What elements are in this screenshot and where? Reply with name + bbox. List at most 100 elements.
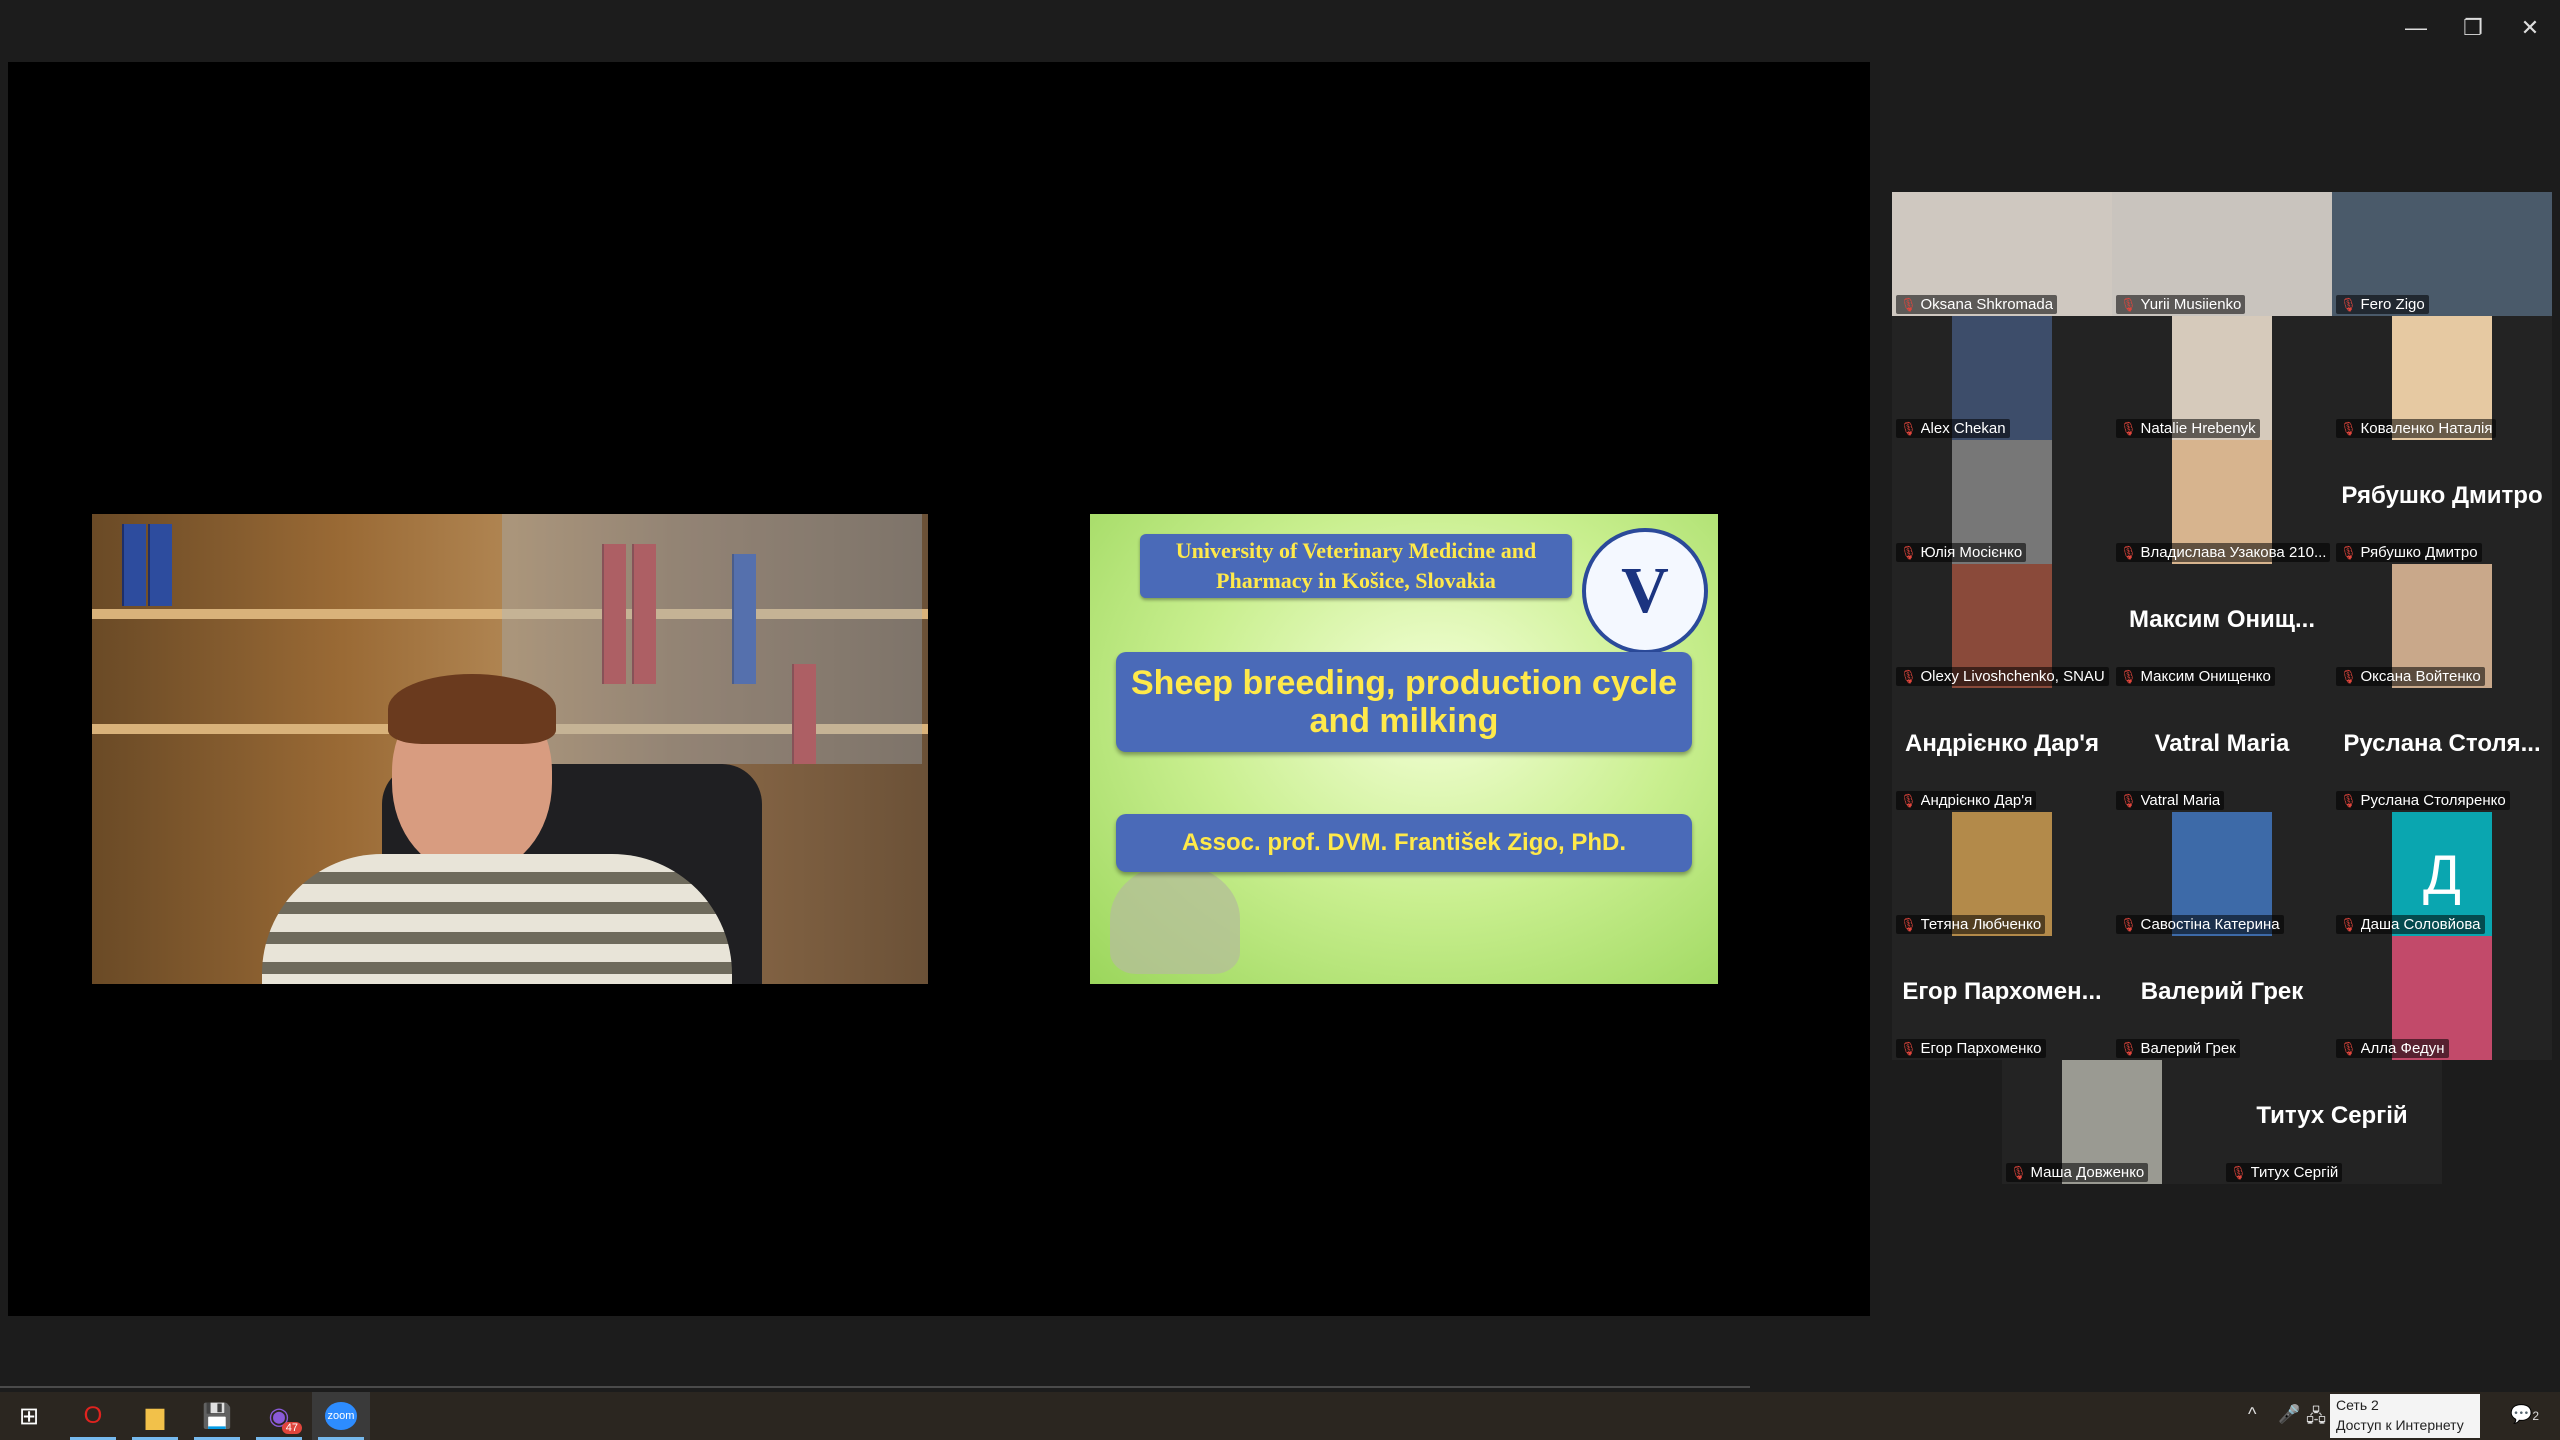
taskbar-app-file-explorer-icon[interactable]: ▆ bbox=[126, 1392, 184, 1440]
participant-tile[interactable]: 🎙︎ Савостіна Катерина bbox=[2112, 812, 2332, 936]
participant-tile[interactable]: Андрієнко Дар'я 🎙︎ Андрієнко Дар'я bbox=[1892, 688, 2112, 812]
participant-tile[interactable]: 🎙︎ Oksana Shkromada bbox=[1892, 192, 2112, 316]
participant-tile[interactable]: Д 🎙︎ Даша Соловйова bbox=[2332, 812, 2552, 936]
windows-start-icon[interactable]: ⊞ bbox=[0, 1392, 58, 1440]
muted-mic-icon: 🎙︎ bbox=[2120, 1040, 2137, 1056]
participant-tile[interactable]: Валерий Грек 🎙︎ Валерий Грек bbox=[2112, 936, 2332, 1060]
participant-tile[interactable]: Максим Онищ... 🎙︎ Максим Онищенко bbox=[2112, 564, 2332, 688]
participant-tile[interactable]: 🎙︎ Alex Chekan bbox=[1892, 316, 2112, 440]
participant-name: Владислава Узакова 210... bbox=[2140, 544, 2327, 561]
participant-name: Yurii Musiienko bbox=[2140, 296, 2242, 313]
participant-display-name: Андрієнко Дар'я bbox=[1905, 730, 2099, 757]
participant-name-label: 🎙︎ Валерий Грек bbox=[2116, 1039, 2240, 1058]
participant-name-label: 🎙︎ Оксана Войтенко bbox=[2336, 667, 2485, 686]
network-icon[interactable]: 🖧 bbox=[2306, 1404, 2326, 1434]
app-badge: 47 bbox=[281, 1422, 302, 1434]
network-tooltip-line1: Сеть 2 bbox=[2336, 1397, 2379, 1413]
participant-name: Савостіна Катерина bbox=[2140, 916, 2280, 933]
network-tooltip-line2: Доступ к Интернету bbox=[2336, 1417, 2464, 1433]
restore-icon[interactable]: ❐ bbox=[2445, 8, 2501, 48]
participant-display-name: Руслана Столя... bbox=[2343, 730, 2541, 757]
minimize-icon[interactable]: — bbox=[2388, 8, 2444, 48]
notifications-count: 2 bbox=[2532, 1409, 2540, 1423]
participant-tile[interactable]: Рябушко Дмитро 🎙︎ Рябушко Дмитро bbox=[2332, 440, 2552, 564]
muted-mic-icon: 🎙︎ bbox=[2120, 668, 2137, 684]
app-glyph: zoom bbox=[324, 1402, 358, 1430]
participant-display-name: Рябушко Дмитро bbox=[2341, 482, 2543, 509]
close-icon[interactable]: ✕ bbox=[2502, 8, 2558, 48]
sheep-image bbox=[1110, 864, 1240, 974]
muted-mic-icon: 🎙︎ bbox=[2340, 420, 2357, 436]
participant-tile[interactable]: 🎙︎ Оксана Войтенко bbox=[2332, 564, 2552, 688]
slide-university-name: University of Veterinary Medicine and Ph… bbox=[1140, 534, 1572, 598]
participant-name: Alex Chekan bbox=[1920, 420, 2006, 437]
muted-mic-icon: 🎙︎ bbox=[1900, 544, 1917, 560]
binder bbox=[148, 524, 172, 606]
participant-tile[interactable]: 🎙︎ Natalie Hrebenyk bbox=[2112, 316, 2332, 440]
muted-mic-icon: 🎙︎ bbox=[2120, 296, 2137, 312]
participant-tile[interactable]: 🎙︎ Olexy Livoshchenko, SNAU bbox=[1892, 564, 2112, 688]
taskbar-app-opera-icon[interactable]: O bbox=[64, 1392, 122, 1440]
participant-name: Natalie Hrebenyk bbox=[2140, 420, 2256, 437]
participant-name: Olexy Livoshchenko, SNAU bbox=[1920, 668, 2105, 685]
university-logo-icon: V bbox=[1582, 528, 1708, 654]
participant-tile[interactable]: 🎙︎ Юлія Мосієнко bbox=[1892, 440, 2112, 564]
muted-mic-icon: 🎙︎ bbox=[2010, 1164, 2027, 1180]
participant-display-name: Максим Онищ... bbox=[2128, 606, 2316, 633]
participant-name-label: 🎙︎ Андрієнко Дар'я bbox=[1896, 791, 2037, 810]
slide-author: Assoc. prof. DVM. František Zigo, PhD. bbox=[1116, 814, 1692, 872]
participant-name: Vatral Maria bbox=[2140, 792, 2221, 809]
muted-mic-icon: 🎙︎ bbox=[2120, 792, 2137, 808]
participant-tile[interactable]: 🎙︎ Алла Федун bbox=[2332, 936, 2552, 1060]
chevron-up-icon[interactable]: ^ bbox=[2248, 1404, 2256, 1425]
participant-name: Fero Zigo bbox=[2360, 296, 2425, 313]
participant-name: Маша Довженко bbox=[2030, 1164, 2145, 1181]
presenter-video[interactable] bbox=[92, 514, 928, 984]
muted-mic-icon: 🎙︎ bbox=[2340, 792, 2357, 808]
main-stage: University of Veterinary Medicine and Ph… bbox=[8, 62, 1870, 1316]
participant-tile[interactable]: Руслана Столя... 🎙︎ Руслана Столяренко bbox=[2332, 688, 2552, 812]
participant-name: Юлія Мосієнко bbox=[1920, 544, 2023, 561]
participant-name-label: 🎙︎ Рябушко Дмитро bbox=[2336, 543, 2482, 562]
participant-tile[interactable]: 🎙︎ Коваленко Наталія bbox=[2332, 316, 2552, 440]
participant-name-label: 🎙︎ Vatral Maria bbox=[2116, 791, 2225, 810]
app-glyph: ▆ bbox=[145, 1402, 165, 1430]
muted-mic-icon: 🎙︎ bbox=[1900, 296, 1917, 312]
taskbar-app-zoom-icon[interactable]: zoom bbox=[312, 1392, 370, 1440]
slide-title-text: Sheep breeding, production cycle and mil… bbox=[1131, 664, 1677, 740]
muted-mic-icon: 🎙︎ bbox=[2340, 296, 2357, 312]
participant-name-label: 🎙︎ Oksana Shkromada bbox=[1896, 295, 2058, 314]
participant-display-name: Vatral Maria bbox=[2154, 730, 2290, 757]
muted-mic-icon: 🎙︎ bbox=[2340, 668, 2357, 684]
microphone-icon[interactable]: 🎤 bbox=[2278, 1404, 2300, 1425]
notifications-icon[interactable]: 💬2 bbox=[2510, 1404, 2539, 1425]
participant-name: Валерий Грек bbox=[2140, 1040, 2236, 1057]
presenter-shirt bbox=[262, 854, 732, 984]
participant-name-label: 🎙︎ Yurii Musiienko bbox=[2116, 295, 2246, 314]
participant-tile[interactable]: Титух Сергій 🎙︎ Титух Сергій bbox=[2222, 1060, 2442, 1184]
participant-name-label: 🎙︎ Тетяна Любченко bbox=[1896, 915, 2046, 934]
participant-tile[interactable]: 🎙︎ Маша Довженко bbox=[2002, 1060, 2222, 1184]
participant-name-label: 🎙︎ Руслана Столяренко bbox=[2336, 791, 2510, 810]
taskbar-app-viber-icon[interactable]: ◉ 47 bbox=[250, 1392, 308, 1440]
participant-name-label: 🎙︎ Титух Сергій bbox=[2226, 1163, 2343, 1182]
participant-name: Oksana Shkromada bbox=[1920, 296, 2054, 313]
participant-tile[interactable]: 🎙︎ Тетяна Любченко bbox=[1892, 812, 2112, 936]
participant-tile[interactable]: 🎙︎ Yurii Musiienko bbox=[2112, 192, 2332, 316]
muted-mic-icon: 🎙︎ bbox=[2120, 916, 2137, 932]
participant-tile[interactable]: 🎙︎ Владислава Узакова 210... bbox=[2112, 440, 2332, 564]
muted-mic-icon: 🎙︎ bbox=[2120, 420, 2137, 436]
participant-tile[interactable]: 🎙︎ Fero Zigo bbox=[2332, 192, 2552, 316]
participant-name-label: 🎙︎ Alex Chekan bbox=[1896, 419, 2010, 438]
participant-name: Андрієнко Дар'я bbox=[1920, 792, 2033, 809]
participant-tile[interactable]: Vatral Maria 🎙︎ Vatral Maria bbox=[2112, 688, 2332, 812]
participant-name: Коваленко Наталія bbox=[2360, 420, 2493, 437]
participant-name: Алла Федун bbox=[2360, 1040, 2445, 1057]
muted-mic-icon: 🎙︎ bbox=[2340, 1040, 2357, 1056]
muted-mic-icon: 🎙︎ bbox=[1900, 1040, 1917, 1056]
taskbar-app-save-icon[interactable]: 💾 bbox=[188, 1392, 246, 1440]
participant-tile[interactable]: Егор Пархомен... 🎙︎ Егор Пархоменко bbox=[1892, 936, 2112, 1060]
taskbar-divider bbox=[0, 1386, 1750, 1388]
slide-university-text: University of Veterinary Medicine and Ph… bbox=[1175, 538, 1537, 593]
participant-name-label: 🎙︎ Fero Zigo bbox=[2336, 295, 2429, 314]
